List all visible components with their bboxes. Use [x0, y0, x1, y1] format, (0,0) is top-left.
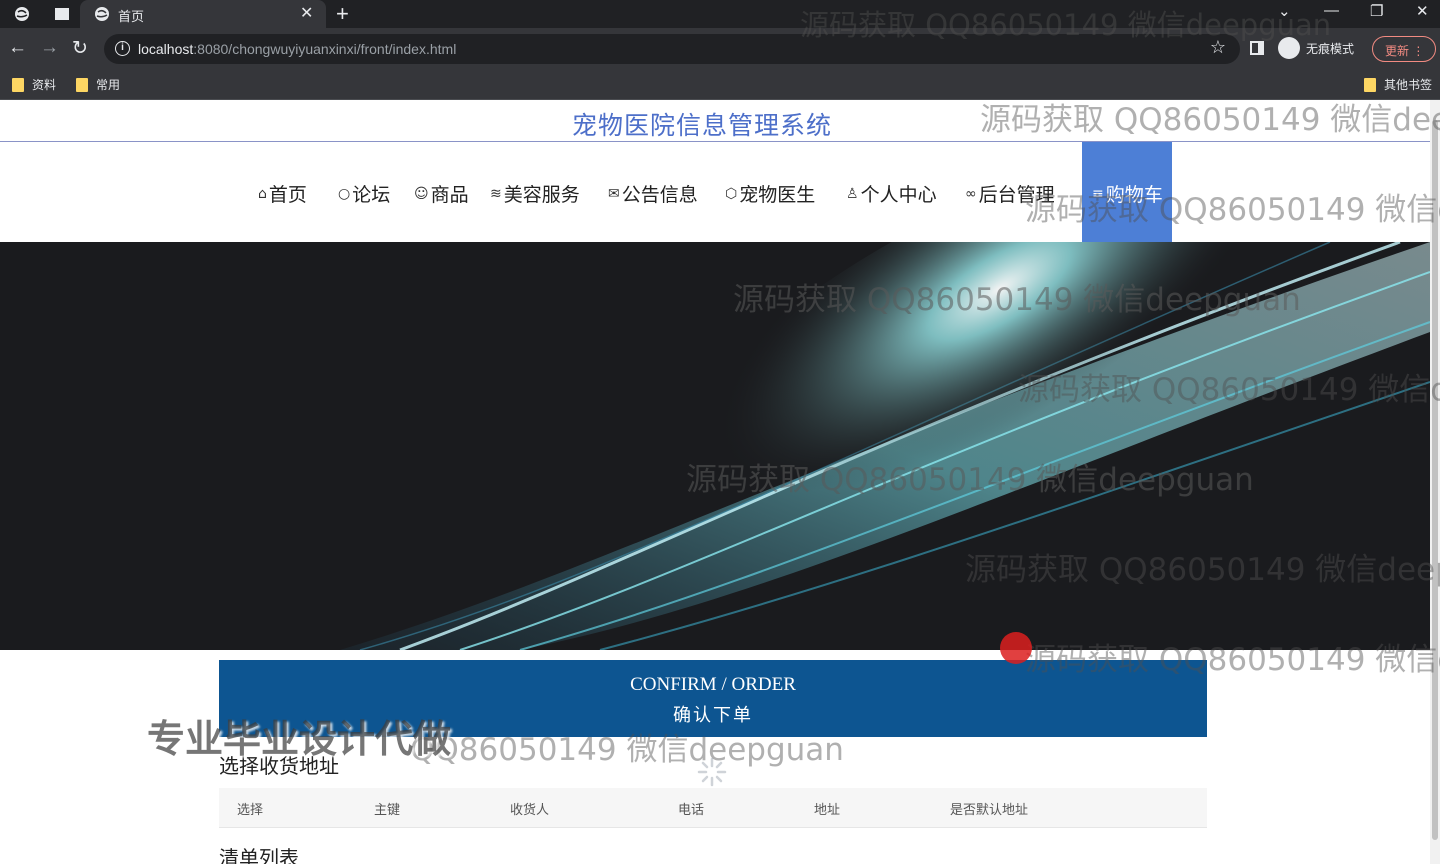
column-header: 主键 — [374, 802, 401, 817]
column-header: 电话 — [678, 802, 705, 817]
nav-home[interactable]: ⌂ 首页 — [258, 180, 307, 207]
bookmark-folder[interactable]: 常用 — [76, 76, 120, 93]
cube-icon: ⬡ — [725, 185, 738, 202]
cart-icon: ≡ — [1092, 185, 1104, 202]
browser-toolbar: ← → ↻ i localhost:8080/chongwuyiyuanxinx… — [0, 28, 1440, 70]
column-header: 地址 — [814, 802, 841, 817]
close-tab-icon[interactable]: ✕ — [300, 3, 313, 23]
nav-pet-doctor[interactable]: ⬡ 宠物医生 — [725, 180, 815, 207]
forward-button[interactable]: → — [40, 37, 59, 59]
column-header: 是否默认地址 — [950, 802, 1029, 817]
restore-button[interactable]: ❐ — [1370, 2, 1383, 20]
folder-icon — [76, 77, 88, 92]
main-nav: ⌂ 首页 ○ 论坛 ☺ 商品 ≋ 美容服务 ✉ 公告信息 ⬡ 宠物医生 ♙ 个人中心 ∞ 后台管… — [0, 142, 1430, 242]
back-button[interactable]: ← — [8, 37, 27, 59]
address-bar[interactable]: i localhost:8080/chongwuyiyuanxinxi/fron… — [104, 34, 1240, 64]
nav-cart[interactable]: ≡ 购物车 — [1082, 142, 1172, 242]
site-title: 宠物医院信息管理系统 — [571, 111, 832, 140]
nav-beauty-service[interactable]: ≋ 美容服务 — [490, 180, 580, 207]
column-header: 收货人 — [510, 802, 550, 817]
incognito-icon — [1278, 37, 1300, 59]
user-icon: ♙ — [846, 185, 859, 202]
browser-tabbar: 首页 ✕ + ⌄ — ❐ ✕ — [0, 0, 1440, 28]
nav-user-center[interactable]: ♙ 个人中心 — [846, 180, 937, 207]
column-header: 选择 — [237, 802, 264, 817]
bookmarks-bar: 资料 常用 其他书签 — [0, 70, 1440, 100]
nav-announcements[interactable]: ✉ 公告信息 — [608, 180, 698, 207]
address-table-header: 选择 主键 收货人 电话 地址 是否默认地址 — [219, 788, 1207, 828]
url-text: localhost:8080/chongwuyiyuanxinxi/front/… — [138, 41, 457, 57]
link-icon: ∞ — [965, 185, 977, 202]
bookmark-folder[interactable]: 资料 — [12, 76, 56, 93]
globe-icon — [95, 7, 109, 21]
incognito-indicator[interactable]: 无痕模式 — [1278, 37, 1354, 59]
order-list-title: 清单列表 — [219, 846, 299, 864]
page-scrollbar[interactable] — [1430, 100, 1440, 864]
mouse-cursor-highlight — [1000, 632, 1032, 664]
incognito-label: 无痕模式 — [1306, 41, 1355, 56]
new-tab-button[interactable]: + — [336, 1, 349, 27]
reload-button[interactable]: ↻ — [72, 37, 88, 60]
site-header: 宠物医院信息管理系统 — [0, 100, 1430, 142]
side-panel-icon[interactable] — [1250, 41, 1264, 55]
nav-forum[interactable]: ○ 论坛 — [338, 180, 390, 207]
tab-home[interactable]: 首页 ✕ — [80, 0, 326, 28]
hero-banner — [0, 242, 1430, 650]
other-bookmarks[interactable]: 其他书签 — [1364, 76, 1432, 93]
nav-admin[interactable]: ∞ 后台管理 — [965, 180, 1055, 207]
bookmark-star-icon[interactable]: ☆ — [1210, 37, 1226, 58]
promo-watermark: 专业毕业设计代做 — [147, 717, 452, 761]
folder-icon — [12, 77, 24, 92]
tab-list-icon[interactable] — [54, 6, 70, 22]
nav-cart-label: ≡ 购物车 — [1092, 184, 1163, 206]
update-button[interactable]: 更新 ⋮ — [1372, 36, 1436, 62]
loading-spinner-icon — [697, 757, 727, 787]
site-info-icon[interactable]: i — [115, 41, 130, 56]
folder-icon — [1364, 77, 1376, 92]
close-window-button[interactable]: ✕ — [1416, 2, 1429, 20]
home-icon: ⌂ — [258, 185, 267, 202]
tab-title: 首页 — [118, 9, 145, 24]
minimize-button[interactable]: — — [1324, 2, 1339, 19]
light-streak-image — [0, 242, 1430, 650]
confirm-order-title-en: CONFIRM / ORDER — [630, 674, 796, 695]
mail-icon: ✉ — [608, 185, 620, 202]
goods-icon: ☺ — [414, 185, 429, 202]
tab-search-icon[interactable]: ⌄ — [1278, 2, 1291, 20]
layers-icon: ≋ — [490, 185, 502, 202]
forum-icon: ○ — [338, 185, 351, 202]
nav-goods[interactable]: ☺ 商品 — [414, 180, 469, 207]
scrollbar-thumb[interactable] — [1432, 120, 1438, 840]
globe-icon[interactable] — [14, 6, 30, 22]
